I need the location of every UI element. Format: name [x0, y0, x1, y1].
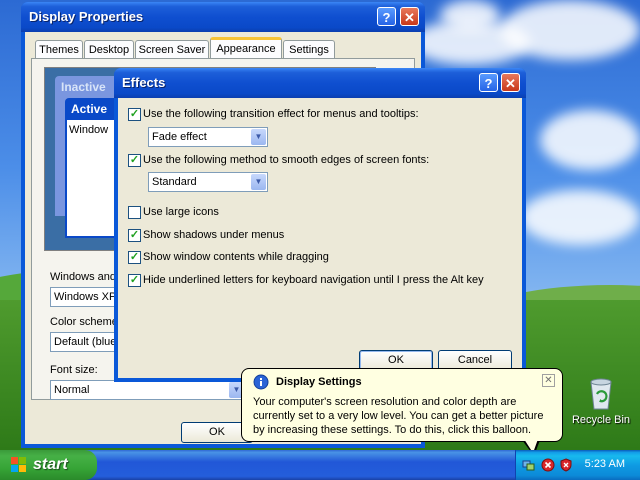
windows-style-value: Windows XP [54, 291, 117, 303]
large-icons-checkbox[interactable] [128, 206, 141, 219]
display-properties-title: Display Properties [29, 9, 144, 24]
cloud [440, 0, 500, 30]
tab-settings[interactable]: Settings [283, 40, 335, 58]
smooth-fonts-label: Use the following method to smooth edges… [143, 154, 430, 166]
cloud [540, 110, 640, 170]
color-scheme-label: Color scheme: [50, 316, 121, 328]
chevron-down-icon: ▼ [251, 129, 266, 145]
tab-label: Settings [289, 44, 329, 56]
clock[interactable]: 5:23 AM [585, 458, 625, 470]
smooth-fonts-checkbox[interactable]: ✓ [128, 154, 141, 167]
font-size-select[interactable]: Normal ▼ [50, 380, 246, 400]
shield-icon[interactable] [559, 458, 573, 472]
smooth-fonts-value: Standard [152, 176, 197, 188]
system-tray: 5:23 AM [515, 450, 640, 480]
display-settings-balloon[interactable]: Display Settings ✕ Your computer's scree… [241, 368, 563, 442]
effects-dialog: Effects ? ✕ ✓ Use the following transiti… [114, 68, 526, 382]
ok-label: OK [388, 354, 404, 366]
close-icon: ✕ [544, 375, 553, 386]
drag-contents-checkbox[interactable]: ✓ [128, 251, 141, 264]
tab-label: Screen Saver [138, 44, 206, 56]
cloud [500, 0, 640, 60]
close-button[interactable]: ✕ [400, 7, 419, 26]
close-button[interactable]: ✕ [501, 73, 520, 92]
hide-underlines-label: Hide underlined letters for keyboard nav… [143, 274, 484, 286]
cloud [520, 190, 640, 245]
tab-screen-saver[interactable]: Screen Saver [135, 40, 209, 58]
recycle-bin-icon [590, 378, 612, 410]
ok-label: OK [209, 426, 225, 438]
tab-desktop[interactable]: Desktop [84, 40, 134, 58]
drag-contents-label: Show window contents while dragging [143, 251, 329, 263]
font-size-value: Normal [54, 384, 90, 396]
balloon-body: Your computer's screen resolution and co… [253, 396, 544, 436]
windows-logo-icon [11, 457, 26, 472]
hide-underlines-checkbox[interactable]: ✓ [128, 274, 141, 287]
tab-appearance[interactable]: Appearance [210, 37, 282, 59]
chevron-down-icon: ▼ [251, 174, 266, 190]
window-text-label: Window [69, 124, 109, 136]
tab-label: Desktop [88, 44, 130, 56]
tab-label: Themes [39, 44, 79, 56]
menu-shadows-label: Show shadows under menus [143, 229, 285, 241]
effects-titlebar[interactable]: Effects ? ✕ [114, 68, 526, 98]
info-icon [253, 374, 269, 390]
color-scheme-value: Default (blue) [54, 336, 121, 348]
display-properties-titlebar[interactable]: Display Properties ? ✕ [21, 2, 425, 32]
tab-label: Appearance [216, 43, 276, 55]
smooth-fonts-select[interactable]: Standard ▼ [148, 172, 268, 192]
cancel-label: Cancel [457, 354, 493, 366]
large-icons-label: Use large icons [143, 206, 219, 218]
font-size-label: Font size: [50, 364, 98, 376]
network-icon[interactable] [522, 458, 536, 472]
start-button[interactable]: start [0, 450, 97, 480]
taskbar: start 5:23 AM [0, 450, 640, 480]
recycle-bin-label: Recycle Bin [571, 414, 631, 426]
menu-shadows-checkbox[interactable]: ✓ [128, 229, 141, 242]
transition-effect-label: Use the following transition effect for … [143, 108, 419, 120]
effects-title: Effects [122, 75, 166, 90]
help-button[interactable]: ? [479, 73, 498, 92]
recycle-bin[interactable]: Recycle Bin [568, 376, 634, 432]
effects-client: ✓ Use the following transition effect fo… [118, 98, 522, 378]
transition-effect-checkbox[interactable]: ✓ [128, 108, 141, 121]
balloon-title: Display Settings [276, 376, 362, 388]
security-alert-icon[interactable] [541, 458, 555, 472]
tab-themes[interactable]: Themes [35, 40, 83, 58]
active-label: Active [71, 102, 108, 116]
help-button[interactable]: ? [377, 7, 396, 26]
transition-effect-select[interactable]: Fade effect ▼ [148, 127, 268, 147]
inactive-label: Inactive [61, 80, 106, 94]
windows-and-label: Windows and [50, 271, 117, 283]
transition-effect-value: Fade effect [152, 131, 207, 143]
balloon-close-button[interactable]: ✕ [542, 374, 555, 387]
start-label: start [33, 456, 68, 473]
